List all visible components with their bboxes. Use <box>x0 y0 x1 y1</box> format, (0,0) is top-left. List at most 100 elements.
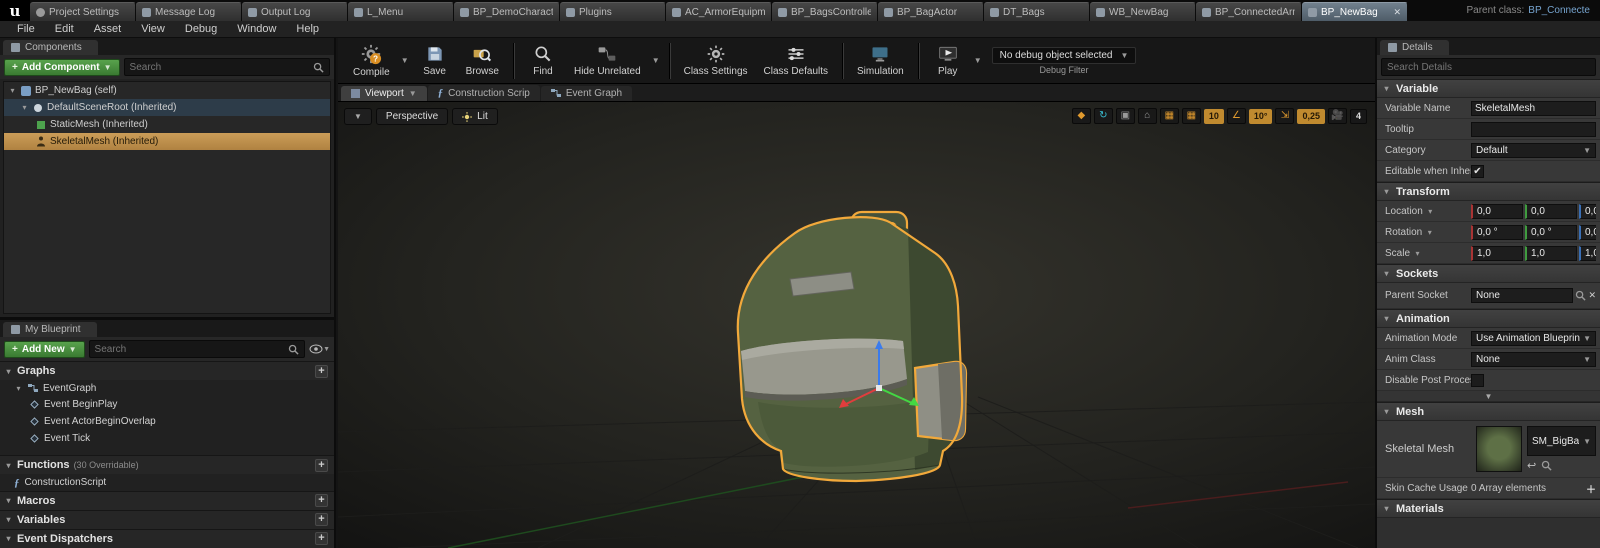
compile-options-dropdown[interactable]: ▼ <box>399 56 411 65</box>
tab-my-blueprint[interactable]: My Blueprint <box>3 322 97 337</box>
scale-mode-icon[interactable]: ▣ <box>1116 108 1135 124</box>
anim-class-dropdown[interactable]: None▼ <box>1471 352 1596 367</box>
variables-section-header[interactable]: ▾Variables+ <box>0 510 334 529</box>
event-actorbeginoverlap-row[interactable]: Event ActorBeginOverlap <box>0 413 334 430</box>
rotation-snap-icon[interactable]: ∠ <box>1227 108 1246 124</box>
parent-socket-value[interactable]: None <box>1471 288 1573 303</box>
tab-details[interactable]: Details <box>1380 40 1449 55</box>
doc-tab-l-menu[interactable]: L_Menu <box>348 2 454 21</box>
menu-view[interactable]: View <box>132 22 174 36</box>
rotation-snap-value[interactable]: 10° <box>1249 109 1273 124</box>
menu-edit[interactable]: Edit <box>46 22 83 36</box>
doc-tab-bp-newbag[interactable]: BP_NewBag✕ <box>1302 2 1408 21</box>
skeletal-mesh-thumbnail[interactable] <box>1476 426 1522 472</box>
debug-object-dropdown[interactable]: No debug object selected▼ <box>992 47 1137 64</box>
event-beginplay-row[interactable]: Event BeginPlay <box>0 397 334 414</box>
hide-unrelated-button[interactable]: Hide Unrelated <box>567 40 648 82</box>
doc-tab-project-settings[interactable]: Project Settings <box>30 2 136 21</box>
parent-class-link[interactable]: BP_Connecte <box>1528 5 1590 16</box>
rotation-z-input[interactable]: 0,0 ° <box>1579 225 1596 240</box>
my-blueprint-search-input[interactable] <box>95 344 285 355</box>
construction-script-row[interactable]: ƒ ConstructionScript <box>0 474 334 491</box>
find-button[interactable]: Find <box>521 40 565 82</box>
doc-tab-bp-connectedarm[interactable]: BP_ConnectedArm <box>1196 2 1302 21</box>
actor-pilot-icon[interactable]: ◆ <box>1072 108 1091 124</box>
doc-tab-bp-bagscontroller[interactable]: BP_BagsControlle <box>772 2 878 21</box>
sockets-section-header[interactable]: ▾Sockets <box>1377 264 1600 283</box>
viewport-options-button[interactable]: ▼ <box>344 108 372 125</box>
tree-row-bp-newbag-self[interactable]: ▾ BP_NewBag (self) <box>4 82 330 99</box>
world-local-toggle-icon[interactable]: ⌂ <box>1138 108 1157 124</box>
location-z-input[interactable]: 0,0 <box>1579 204 1596 219</box>
unreal-logo[interactable]: u <box>0 0 30 21</box>
tooltip-input[interactable] <box>1471 122 1596 137</box>
simulation-button[interactable]: Simulation <box>850 40 911 82</box>
tree-row-staticmesh[interactable]: StaticMesh (Inherited) <box>4 116 330 133</box>
event-graph-row[interactable]: ▾ EventGraph <box>0 380 334 397</box>
menu-window[interactable]: Window <box>228 22 285 36</box>
tab-construction-script[interactable]: ƒConstruction Scrip <box>428 85 540 101</box>
mesh-section-header[interactable]: ▾Mesh <box>1377 402 1600 421</box>
tree-row-defaultsceneroot[interactable]: ▾ DefaultSceneRoot (Inherited) <box>4 99 330 116</box>
scale-snap-icon[interactable]: ⇲ <box>1275 108 1294 124</box>
add-new-button[interactable]: +Add New▼ <box>4 341 85 358</box>
add-function-button[interactable]: + <box>315 459 328 472</box>
category-dropdown[interactable]: Default▼ <box>1471 143 1596 158</box>
add-array-element-button[interactable]: ＋ <box>1586 481 1596 496</box>
add-event-dispatcher-button[interactable]: + <box>315 532 328 545</box>
scale-x-input[interactable]: 1,0 <box>1471 246 1523 261</box>
camera-speed-value[interactable]: 4 <box>1350 109 1367 124</box>
caret-icon[interactable]: ▾ <box>20 103 29 112</box>
add-graph-button[interactable]: + <box>315 365 328 378</box>
surface-snap-icon[interactable]: ▦ <box>1160 108 1179 124</box>
perspective-button[interactable]: Perspective <box>376 108 448 125</box>
class-settings-button[interactable]: Class Settings <box>677 40 755 82</box>
transform-section-header[interactable]: ▾Transform <box>1377 182 1600 201</box>
scale-y-input[interactable]: 1,0 <box>1525 246 1577 261</box>
scale-snap-value[interactable]: 0,25 <box>1297 109 1325 124</box>
variable-name-input[interactable] <box>1471 101 1596 116</box>
tab-viewport[interactable]: Viewport▼ <box>341 86 427 101</box>
tab-components[interactable]: Components <box>3 40 98 55</box>
event-dispatchers-section-header[interactable]: ▾Event Dispatchers+ <box>0 529 334 548</box>
lit-mode-button[interactable]: Lit <box>452 108 498 125</box>
grid-snap-icon[interactable]: ▦ <box>1182 108 1201 124</box>
viewport-3d-canvas[interactable] <box>338 102 1375 548</box>
class-defaults-button[interactable]: Class Defaults <box>757 40 835 82</box>
add-macro-button[interactable]: + <box>315 494 328 507</box>
menu-debug[interactable]: Debug <box>176 22 226 36</box>
socket-clear-button[interactable]: ✕ <box>1588 290 1596 301</box>
grid-snap-value[interactable]: 10 <box>1204 109 1224 124</box>
doc-tab-bp-bagactor[interactable]: BP_BagActor <box>878 2 984 21</box>
doc-tab-plugins[interactable]: Plugins <box>560 2 666 21</box>
doc-tab-bp-democharacter[interactable]: BP_DemoCharacte <box>454 2 560 21</box>
graphs-section-header[interactable]: ▾Graphs+ <box>0 361 334 380</box>
animation-advanced-expander[interactable]: ▼ <box>1377 391 1600 402</box>
compile-button[interactable]: ? Compile <box>346 40 397 82</box>
location-y-input[interactable]: 0,0 <box>1525 204 1577 219</box>
menu-file[interactable]: File <box>8 22 44 36</box>
browse-to-asset-button[interactable] <box>1541 460 1552 471</box>
tree-row-skeletalmesh[interactable]: SkeletalMesh (Inherited) <box>4 133 330 150</box>
editable-when-inherited-checkbox[interactable]: ✔ <box>1471 165 1484 178</box>
components-search-input[interactable] <box>130 62 309 73</box>
doc-tab-wb-newbag[interactable]: WB_NewBag <box>1090 2 1196 21</box>
add-component-button[interactable]: +Add Component▼ <box>4 59 120 76</box>
location-x-input[interactable]: 0,0 <box>1471 204 1523 219</box>
play-options-dropdown[interactable]: ▼ <box>972 56 984 65</box>
materials-section-header[interactable]: ▾Materials <box>1377 499 1600 518</box>
rotation-mode-icon[interactable]: ↻ <box>1094 108 1113 124</box>
rotation-x-input[interactable]: 0,0 ° <box>1471 225 1523 240</box>
scale-reset-dropdown[interactable]: ▾ <box>1413 249 1422 258</box>
rotation-y-input[interactable]: 0,0 ° <box>1525 225 1577 240</box>
details-search-input[interactable] <box>1387 62 1590 73</box>
camera-speed-icon[interactable]: 🎥 <box>1328 108 1347 124</box>
backpack-model[interactable] <box>738 212 966 481</box>
visibility-filter-button[interactable]: ▼ <box>309 344 330 354</box>
play-button[interactable]: Play <box>926 40 970 82</box>
doc-tab-message-log[interactable]: Message Log <box>136 2 242 21</box>
caret-icon[interactable]: ▾ <box>14 384 23 393</box>
use-selected-asset-button[interactable]: ↩ <box>1527 459 1536 472</box>
viewport-3d[interactable]: ▼ Perspective Lit ◆ ↻ ▣ ⌂ ▦ ▦ 10 ∠ 10° ⇲… <box>338 102 1375 548</box>
rotation-reset-dropdown[interactable]: ▾ <box>1425 228 1434 237</box>
